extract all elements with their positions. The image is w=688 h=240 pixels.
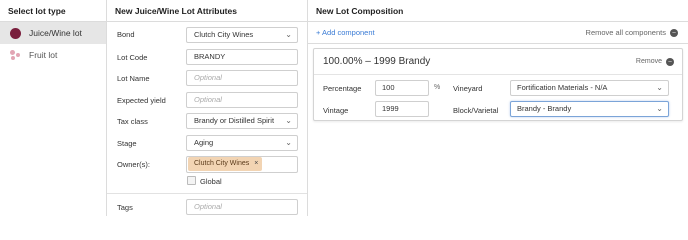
stage-select[interactable]: Aging ⌄ [186,135,298,151]
remove-circle-icon: – [670,28,678,37]
fruit-dots-icon [10,49,21,61]
bond-row: Bond Clutch City Wines ⌄ [107,26,307,44]
component-remove-button[interactable]: Remove – [635,57,674,66]
component-title: 100.00% – 1999 Brandy [323,56,431,67]
bond-label: Bond [117,30,135,39]
block-varietal-select[interactable]: Brandy - Brandy ⌄ [510,101,669,117]
global-checkbox[interactable] [187,176,196,185]
chevron-down-icon: ⌄ [656,104,663,113]
add-component-link[interactable]: + Add component [316,28,375,37]
lot-type-label: Juice/Wine lot [29,28,82,38]
component-remove-label: Remove [635,58,662,65]
lot-composition-panel: New Lot Composition + Add component Remo… [308,0,688,216]
percentage-unit: % [434,84,441,91]
lot-name-label: Lot Name [117,74,150,83]
component-card-header: 100.00% – 1999 Brandy Remove – [314,49,682,75]
tax-class-select[interactable]: Brandy or Distilled Spirit ⌄ [186,113,298,129]
expected-yield-input[interactable]: Optional [186,92,298,108]
composition-toolbar: + Add component Remove all components – [308,22,688,44]
block-varietal-value: Brandy - Brandy [517,104,572,113]
owner-tag: Clutch City Wines × [188,157,263,171]
component-card: 100.00% – 1999 Brandy Remove – Percentag… [313,48,683,121]
owners-row: Owner(s): Clutch City Wines × [107,156,307,176]
lot-name-input[interactable]: Optional [186,70,298,86]
lot-type-panel: Select lot type Juice/Wine lot Fruit lot [0,0,107,216]
tags-row: Tags Optional [107,199,307,217]
lot-code-row: Lot Code BRANDY [107,49,307,67]
lot-type-header: Select lot type [0,0,106,22]
tax-class-label: Tax class [117,117,148,126]
bond-select[interactable]: Clutch City Wines ⌄ [186,27,298,43]
stage-label: Stage [117,139,137,148]
global-label: Global [200,177,222,186]
lot-name-row: Lot Name Optional [107,70,307,88]
tags-input[interactable]: Optional [186,199,298,215]
expected-yield-label: Expected yield [117,96,166,105]
stage-value: Aging [194,138,214,147]
vineyard-select[interactable]: Fortification Materials - N/A ⌄ [510,80,669,96]
chevron-down-icon: ⌄ [285,138,292,147]
close-icon[interactable]: × [254,160,258,167]
wine-dot-icon [10,27,21,39]
tax-class-row: Tax class Brandy or Distilled Spirit ⌄ [107,113,307,131]
owners-label: Owner(s): [117,160,150,169]
lot-composition-header: New Lot Composition [308,0,688,22]
vintage-label: Vintage [323,106,349,115]
block-varietal-label: Block/Varietal [453,106,499,115]
remove-all-components-button[interactable]: Remove all components – [586,28,678,37]
chevron-down-icon: ⌄ [285,30,292,39]
lot-attributes-header: New Juice/Wine Lot Attributes [107,0,307,22]
lot-type-fruit[interactable]: Fruit lot [0,44,106,66]
divider [107,193,307,194]
lot-attributes-panel: New Juice/Wine Lot Attributes Bond Clutc… [107,0,308,216]
percentage-label: Percentage [323,84,362,93]
remove-circle-icon: – [666,57,674,66]
tags-label: Tags [117,203,133,212]
lot-type-juice-wine[interactable]: Juice/Wine lot [0,22,106,44]
vineyard-value: Fortification Materials - N/A [517,83,608,92]
vintage-input[interactable]: 1999 [375,101,429,117]
stage-row: Stage Aging ⌄ [107,135,307,153]
lot-type-label: Fruit lot [29,50,58,60]
bond-value: Clutch City Wines [194,30,254,39]
chevron-down-icon: ⌄ [656,83,663,92]
tax-class-value: Brandy or Distilled Spirit [194,116,275,125]
vineyard-label: Vineyard [453,84,483,93]
percentage-input[interactable]: 100 [375,80,429,96]
lot-code-input[interactable]: BRANDY [186,49,298,65]
expected-yield-row: Expected yield Optional [107,92,307,110]
lot-code-label: Lot Code [117,53,148,62]
chevron-down-icon: ⌄ [285,116,292,125]
remove-all-label: Remove all components [585,28,666,37]
owner-tag-label: Clutch City Wines [194,160,250,167]
